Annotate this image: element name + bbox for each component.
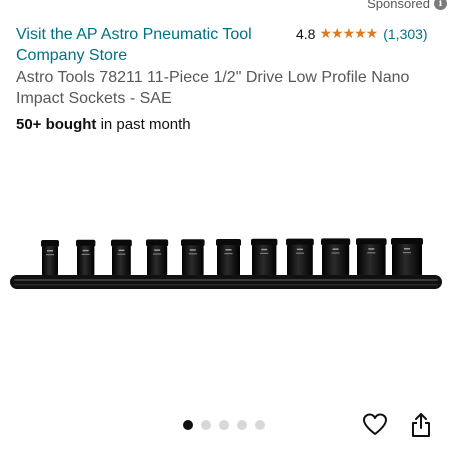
- store-link[interactable]: Visit the AP Astro Pneumatic Tool Compan…: [16, 24, 286, 66]
- info-icon[interactable]: i: [434, 0, 447, 10]
- star-rating-icon: ★★★★★: [319, 25, 378, 41]
- socket: [111, 239, 132, 276]
- socket: [76, 239, 96, 276]
- socket: [41, 240, 59, 276]
- sponsored-text: Sponsored: [367, 0, 430, 11]
- socket: [181, 239, 205, 276]
- socket: [286, 238, 314, 276]
- heart-icon[interactable]: [362, 412, 388, 438]
- rating-count[interactable]: (1,303): [383, 26, 427, 42]
- rating-value: 4.8: [296, 25, 316, 42]
- socket: [146, 239, 169, 276]
- socket: [251, 238, 278, 276]
- carousel-dot[interactable]: [219, 420, 229, 430]
- carousel-dot[interactable]: [201, 420, 211, 430]
- socket: [391, 238, 423, 276]
- carousel-dot[interactable]: [183, 420, 193, 430]
- product-title: Astro Tools 78211 11-Piece 1/2" Drive Lo…: [16, 69, 410, 107]
- product-image[interactable]: [8, 222, 444, 302]
- sockets-group: [41, 238, 423, 276]
- bought-count-bold: 50+ bought: [16, 116, 97, 133]
- carousel-dot[interactable]: [237, 420, 247, 430]
- bought-count: 50+ bought in past month: [16, 116, 191, 133]
- carousel-indicator[interactable]: [183, 420, 265, 430]
- socket: [321, 238, 351, 276]
- socket: [356, 238, 387, 276]
- rating-summary[interactable]: 4.8 ★★★★★ (1,303): [296, 25, 428, 42]
- socket: [216, 239, 241, 276]
- product-page: Sponsored i Visit the AP Astro Pneumatic…: [0, 0, 451, 460]
- bought-count-rest: in past month: [96, 116, 191, 133]
- socket-rail: [10, 275, 442, 289]
- share-icon[interactable]: [409, 412, 433, 438]
- sponsored-label[interactable]: Sponsored i: [367, 0, 447, 11]
- carousel-dot[interactable]: [255, 420, 265, 430]
